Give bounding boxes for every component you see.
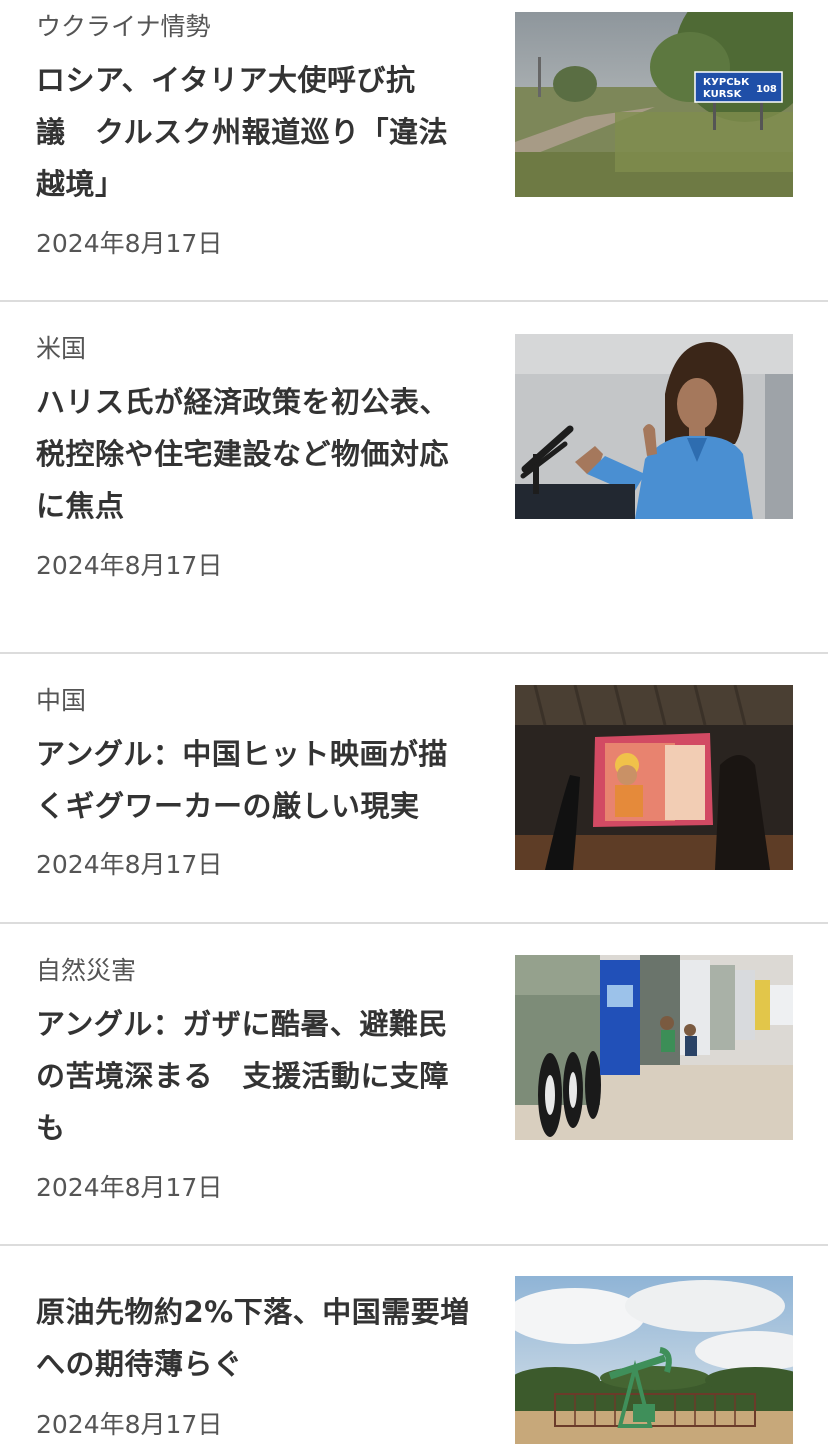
- article-item[interactable]: 自然災害 アングル：ガザに酷暑、避難民 の苦境深まる 支援活動に支障 も 202…: [0, 924, 828, 1246]
- article-item[interactable]: 原油先物約2%下落、中国需要増 への期待薄らぐ 2024年8月17日: [0, 1246, 828, 1444]
- article-date: 2024年8月17日: [36, 1173, 223, 1202]
- article-item[interactable]: 米国 ハリス氏が経済政策を初公表、 税控除や住宅建設など物価対応 に焦点 202…: [0, 302, 828, 654]
- news-feed: ウクライナ情勢 ロシア、イタリア大使呼び抗 議 クルスク州報道巡り「違法 越境」…: [0, 0, 828, 1444]
- headline-line: も: [36, 1111, 66, 1145]
- headline-line: 越境」: [36, 167, 125, 201]
- article-thumbnail[interactable]: [515, 1276, 793, 1444]
- headline-line: アングル：ガザに酷暑、避難民: [36, 1007, 448, 1041]
- thumbnail-image-border-road: КУРСЬК KURSK 108: [515, 12, 793, 197]
- article-thumbnail[interactable]: [515, 955, 793, 1140]
- article-category[interactable]: 米国: [36, 334, 86, 364]
- article-category[interactable]: 自然災害: [36, 956, 136, 986]
- headline-line: の苦境深まる 支援活動に支障: [36, 1059, 450, 1093]
- article-date: 2024年8月17日: [36, 1410, 223, 1439]
- headline-line: 議 クルスク州報道巡り「違法: [36, 115, 449, 149]
- sign-text: КУРСЬК: [703, 77, 750, 88]
- thumbnail-image-cinema-screen: [515, 685, 793, 870]
- headline-line: に焦点: [36, 489, 125, 523]
- thumbnail-image-oil-pumpjack: [515, 1276, 793, 1444]
- article-headline[interactable]: アングル：ガザに酷暑、避難民 の苦境深まる 支援活動に支障 も: [36, 998, 476, 1154]
- article-date: 2024年8月17日: [36, 229, 223, 258]
- article-headline[interactable]: アングル：中国ヒット映画が描 くギグワーカーの厳しい現実: [36, 728, 476, 832]
- headline-line: への期待薄らぐ: [36, 1347, 243, 1381]
- article-item[interactable]: ウクライナ情勢 ロシア、イタリア大使呼び抗 議 クルスク州報道巡り「違法 越境」…: [0, 0, 828, 302]
- thumbnail-image-speaker: [515, 334, 793, 519]
- article-date: 2024年8月17日: [36, 551, 223, 580]
- headline-line: アングル：中国ヒット映画が描: [36, 737, 448, 771]
- article-category[interactable]: ウクライナ情勢: [36, 12, 211, 42]
- sign-text: KURSK: [703, 89, 743, 100]
- article-headline[interactable]: ロシア、イタリア大使呼び抗 議 クルスク州報道巡り「違法 越境」: [36, 54, 476, 210]
- headline-line: ハリス氏が経済政策を初公表、: [36, 385, 450, 419]
- article-date: 2024年8月17日: [36, 850, 223, 879]
- article-thumbnail[interactable]: КУРСЬК KURSK 108: [515, 12, 793, 197]
- headline-line: ロシア、イタリア大使呼び抗: [36, 63, 416, 97]
- headline-line: くギグワーカーの厳しい現実: [36, 789, 420, 823]
- article-item[interactable]: 中国 アングル：中国ヒット映画が描 くギグワーカーの厳しい現実 2024年8月1…: [0, 654, 828, 924]
- article-thumbnail[interactable]: [515, 334, 793, 519]
- article-headline[interactable]: 原油先物約2%下落、中国需要増 への期待薄らぐ: [36, 1286, 476, 1390]
- article-thumbnail[interactable]: [515, 685, 793, 870]
- article-headline[interactable]: ハリス氏が経済政策を初公表、 税控除や住宅建設など物価対応 に焦点: [36, 376, 476, 532]
- thumbnail-image-trucks: [515, 955, 793, 1140]
- headline-line: 税控除や住宅建設など物価対応: [36, 437, 450, 471]
- headline-line: 原油先物約2%下落、中国需要増: [36, 1295, 470, 1329]
- sign-number: 108: [756, 84, 777, 95]
- article-category[interactable]: 中国: [36, 686, 86, 716]
